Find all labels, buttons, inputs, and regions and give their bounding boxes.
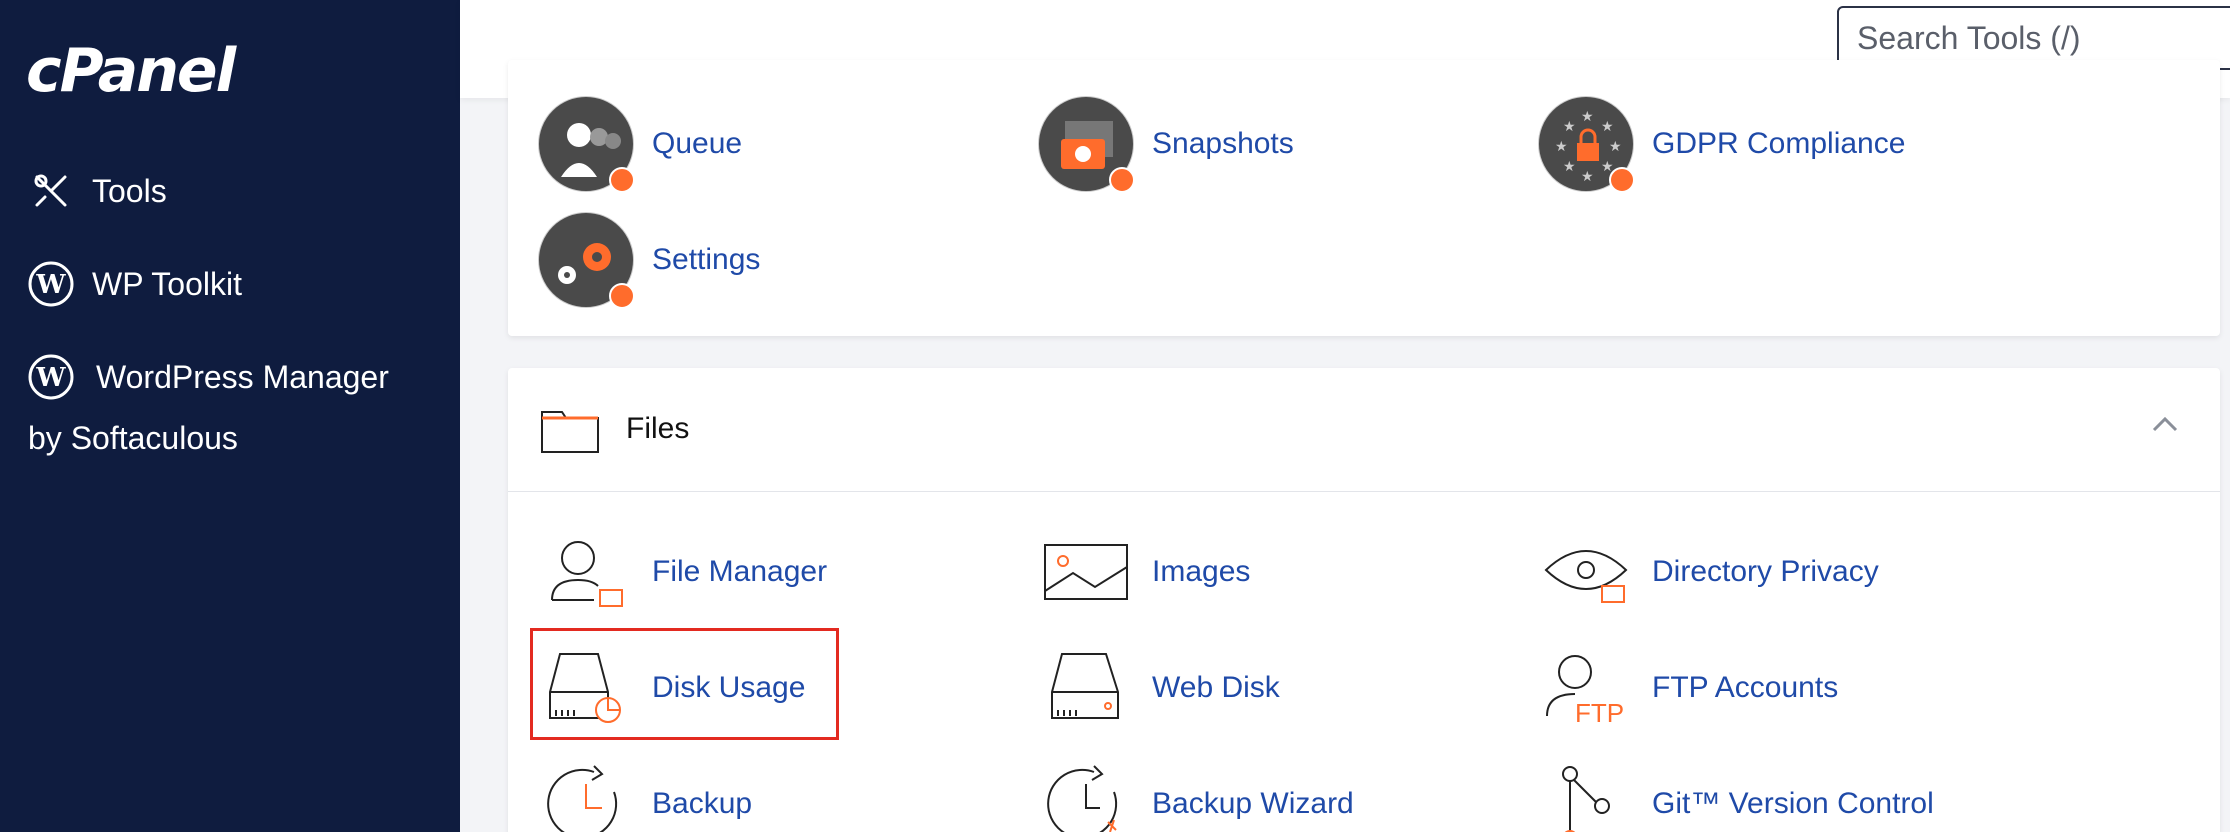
tool-ftp-accounts[interactable]: FTP FTP Accounts [1538,640,1838,736]
tool-label: FTP Accounts [1652,671,1839,704]
folder-icon [540,406,600,459]
tool-web-disk[interactable]: Web Disk [1038,640,1280,736]
svg-text:★: ★ [1563,159,1576,175]
cpanel-logo[interactable]: cPanel [26,36,236,106]
svg-text:W: W [35,270,66,300]
badge-icon [1109,167,1135,193]
tool-label: Settings [652,243,761,276]
snapshot-camera-icon [1038,96,1135,193]
git-icon [1538,756,1634,832]
tool-file-manager[interactable]: File Manager [538,524,827,620]
sidebar-item-sublabel[interactable]: by Softaculous [28,420,238,457]
svg-text:★: ★ [1609,139,1622,155]
gdpr-lock-icon: ★ ★ ★ ★ ★ ★ ★ ★ [1538,96,1635,193]
tool-settings[interactable]: Settings [538,212,761,309]
tool-label: Git™ Version Control [1652,787,1934,820]
tool-label: GDPR Compliance [1652,127,1906,160]
backup-wizard-icon [1038,756,1134,832]
tools-panel: Queue Snapshots ★ ★ ★ ★ ★ ★ ★ ★ GDPR Compliance… [508,60,2220,336]
svg-text:FTP: FTP [1575,698,1624,726]
file-manager-icon [538,524,634,620]
files-section-header[interactable]: Files [508,368,2220,492]
tool-backup-wizard[interactable]: Backup Wizard [1038,756,1354,832]
sidebar: cPanel Tools W WP Toolkit W WordPress Ma… [0,0,460,832]
tool-label: Snapshots [1152,127,1294,160]
backup-clock-icon [538,756,634,832]
chevron-up-icon[interactable] [2150,414,2180,439]
wordpress-icon: W [28,354,74,400]
image-icon [1038,524,1134,620]
ftp-user-icon: FTP [1538,640,1634,736]
tool-backup[interactable]: Backup [538,756,752,832]
sidebar-item-label: WP Toolkit [92,265,242,302]
tool-gdpr-compliance[interactable]: ★ ★ ★ ★ ★ ★ ★ ★ GDPR Compliance [1538,96,1906,193]
wordpress-icon: W [28,261,74,307]
tool-images[interactable]: Images [1038,524,1250,620]
selection-highlight [530,628,839,740]
badge-icon [609,283,635,309]
sidebar-item-label: WordPress Manager [96,358,389,395]
tool-git-version-control[interactable]: Git™ Version Control [1538,756,1934,832]
svg-text:★: ★ [1581,109,1594,125]
svg-text:★: ★ [1581,169,1594,185]
sidebar-item-tools[interactable]: Tools [28,168,167,214]
tool-queue[interactable]: Queue [538,96,743,193]
section-title: Files [626,412,690,445]
files-panel: Files File Manager Images Directory Priv… [508,368,2220,832]
sidebar-item-wordpress-manager[interactable]: W WordPress Manager [28,354,389,400]
tool-label: Web Disk [1152,671,1280,704]
tools-icon [28,168,74,214]
sidebar-item-label: Tools [92,172,167,209]
web-disk-icon [1038,640,1134,736]
tool-label: Backup [652,787,753,820]
badge-icon [1609,167,1635,193]
tool-label: Directory Privacy [1652,555,1879,588]
svg-text:W: W [35,363,66,393]
tool-snapshots[interactable]: Snapshots [1038,96,1294,193]
svg-text:★: ★ [1601,119,1614,135]
tool-directory-privacy[interactable]: Directory Privacy [1538,524,1879,620]
queue-icon [538,96,635,193]
tool-label: Images [1152,555,1251,588]
eye-icon [1538,524,1634,620]
tool-label: File Manager [652,555,828,588]
sidebar-item-wp-toolkit[interactable]: W WP Toolkit [28,261,242,307]
settings-gear-icon [538,212,635,309]
svg-text:★: ★ [1555,139,1568,155]
svg-text:★: ★ [1563,119,1576,135]
badge-icon [609,167,635,193]
tool-label: Queue [652,127,743,160]
tool-label: Backup Wizard [1152,787,1354,820]
